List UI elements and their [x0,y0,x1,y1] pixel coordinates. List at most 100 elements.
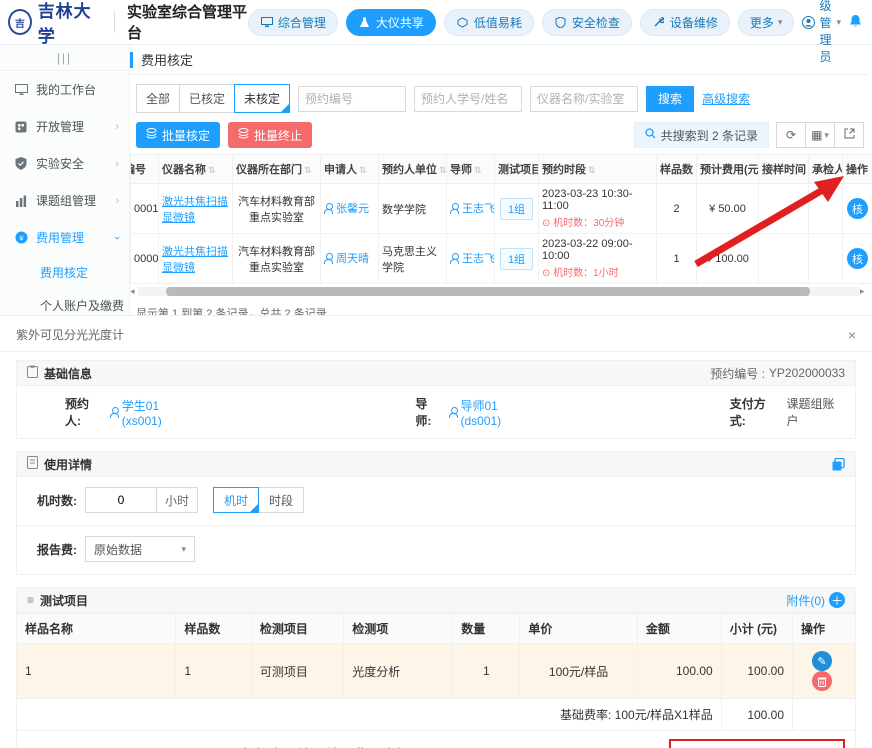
nav-general-management[interactable]: 综合管理 [248,9,338,36]
sidebar-collapse-button[interactable]: ||| [0,45,129,71]
sidebar-item-workbench[interactable]: 我的工作台 [0,71,129,108]
box-icon [456,17,470,28]
col-instrument[interactable]: 仪器名称⇅ [159,155,233,184]
approve-row-button[interactable]: 核 [847,198,868,219]
status-filter-group: 全部 已核定 未核定 [136,84,290,113]
mode-time-slot[interactable]: 时段 [258,487,304,513]
pagination-info: 显示第 1 到第 2 条记录，总共 2 条记录 [130,297,868,315]
columns-button[interactable]: ▦▾ [805,122,835,148]
reserver-input[interactable] [414,86,522,112]
scrollbar-track[interactable] [138,287,860,296]
col-est-fee[interactable]: 预计费用(元)⇅ [697,155,759,184]
nav-equipment-repair[interactable]: 设备维修 [640,9,730,36]
cell-sampling-time [759,234,809,284]
col-tutor[interactable]: 导师⇅ [447,155,495,184]
filter-tab-unapproved[interactable]: 未核定 [234,84,290,113]
test-group-chip[interactable]: 1组 [500,198,533,220]
field-label: 导师: [415,395,442,429]
scrollbar-thumb[interactable] [166,287,810,296]
batch-approve-button[interactable]: 批量核定 [136,122,220,148]
sidebar-item-open-management[interactable]: 开放管理 › [0,108,129,145]
batch-stop-button[interactable]: 批量终止 [228,122,312,148]
cell-test-item: 光度分析 [344,644,453,699]
nav-more-dropdown[interactable]: 更多 ▾ [738,9,795,36]
sidebar-subitem-fee-approval[interactable]: 费用核定 [0,256,129,289]
cell-period: 2023-03-22 09:00-10:00 ⊙ 机时数：1小时 [539,234,657,284]
cell-empty [793,699,856,731]
instrument-link[interactable]: 激光共焦扫描显微镜 [162,246,228,274]
nav-consumables[interactable]: 低值易耗 [444,9,534,36]
shield-icon [14,157,28,170]
cell-unit: 马克思主义学院 [379,234,447,284]
approve-row-button[interactable]: 核 [847,248,868,269]
field-label: 预约人: [65,395,104,429]
col-actions: 操作 [793,614,856,644]
applicant-link[interactable]: 张馨元 [324,200,369,216]
test-group-chip[interactable]: 1组 [500,248,533,270]
col-amount: 金额 [637,614,721,644]
applicant-link[interactable]: 周天晴 [324,250,369,266]
col-department[interactable]: 仪器所在部门⇅ [233,155,321,184]
tutor-link[interactable]: 王志飞 [450,200,495,216]
refresh-button[interactable]: ⟳ [776,122,806,148]
cell-test-group: 1组 [495,234,539,284]
main-content: 费用核定 全部 已核定 未核定 搜索 高级搜索 批量核定 批量终止 [130,45,872,315]
col-test-item: 检测项 [344,614,453,644]
close-icon[interactable]: × [848,327,856,343]
user-icon [324,253,333,264]
instrument-input[interactable] [530,86,638,112]
sidebar-item-label: 课题组管理 [36,192,96,209]
tutor-link[interactable]: 王志飞 [450,250,495,266]
nav-instrument-sharing[interactable]: 大仪共享 [346,9,436,36]
cell-samples: 1 [657,234,697,284]
page-title: 费用核定 [141,50,193,69]
col-actions: 操作 [843,155,872,184]
scroll-left-icon[interactable]: ◂ [130,286,138,297]
user-menu[interactable]: 超级管理员 ▾ [802,0,841,65]
scroll-right-icon[interactable]: ▸ [860,286,868,297]
university-logo: 吉 [8,9,32,35]
search-icon [645,128,656,142]
booking-label: 预约编号 : [710,365,765,382]
add-item-button[interactable]: ＋ [829,592,845,608]
search-button[interactable]: 搜索 [646,86,694,112]
mode-machine-time[interactable]: 机时 [213,487,259,513]
delete-item-button[interactable] [812,671,832,691]
col-sampling-time[interactable]: 接样时间⇅ [759,155,809,184]
tool-group: ⟳ ▦▾ [777,122,864,148]
panel-title: 紫外可见分光光度计 [16,326,124,343]
advanced-search-link[interactable]: 高级搜索 [702,90,750,107]
items-footer: 样品数: 1 个 根据实际情况填写费用金额 费用合计: ✎ 200.00 [16,731,856,748]
col-period[interactable]: 预约时段⇅ [539,155,657,184]
sidebar-item-research-group[interactable]: 课题组管理 › [0,182,129,219]
col-unit[interactable]: 预约人单位⇅ [379,155,447,184]
sidebar-item-lab-safety[interactable]: 实验安全 › [0,145,129,182]
export-button[interactable] [834,122,864,148]
button-label: 批量终止 [254,127,302,144]
payment-field: 支付方式: 课题组账户 [730,395,845,429]
attachment-link[interactable]: 附件(0) [786,592,825,609]
chevron-down-icon: ▾ [824,130,829,141]
report-fee-select[interactable]: 原始数据 ▾ [85,536,195,562]
col-applicant[interactable]: 申请人⇅ [321,155,379,184]
nav-safety-check[interactable]: 安全检查 [542,9,632,36]
cell-inspector [809,184,843,234]
test-items-header: ≡ 测试项目 附件(0) ＋ [16,587,856,613]
billing-mode-toggle: 机时 时段 [214,487,304,513]
machine-hours-input[interactable] [85,487,157,513]
sidebar-item-fee-management[interactable]: ¥ 费用管理 › [0,219,129,256]
edit-item-button[interactable]: ✎ [812,651,832,671]
usage-detail-header: 使用详情 [16,451,856,477]
chevron-down-icon: ▾ [836,17,841,28]
panel-body: 基础信息 预约编号 : YP202000033 预约人: 学生01 (xs001… [0,352,872,748]
filter-tab-all[interactable]: 全部 [136,84,180,113]
layers-icon [238,128,249,142]
bell-icon[interactable] [849,14,862,31]
filter-tab-approved[interactable]: 已核定 [179,84,235,113]
reserver-link[interactable]: 学生01 (xs001) [110,397,200,428]
cell-samples: 2 [657,184,697,234]
usage-copy-button[interactable] [832,458,845,471]
booking-no-input[interactable] [298,86,406,112]
tutor-link[interactable]: 导师01 (ds001) [449,397,540,428]
instrument-link[interactable]: 激光共焦扫描显微镜 [162,196,228,224]
